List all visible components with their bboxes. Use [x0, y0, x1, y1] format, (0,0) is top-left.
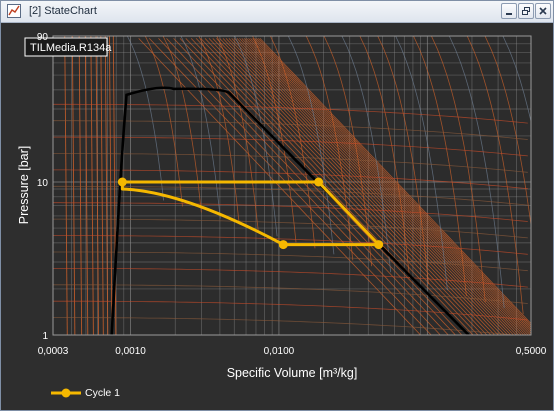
window-title: [2] StateChart — [29, 5, 97, 17]
x-tick-labels: 0,0003 0,0010 0,0100 0,5000 — [38, 346, 547, 357]
restore-button[interactable] — [518, 3, 534, 19]
y-tick-label: 1 — [42, 331, 48, 342]
statechart-window: [2] StateChart TILMedia.R134a 0,0003 0,0… — [0, 0, 554, 411]
medium-label: TILMedia.R134a — [30, 42, 112, 54]
statechart-window-icon — [7, 4, 21, 18]
window-titlebar[interactable]: [2] StateChart — [1, 1, 553, 23]
y-tick-label: 10 — [37, 178, 49, 189]
x-axis-title: Specific Volume [m³/kg] — [227, 366, 358, 380]
minimize-icon — [506, 13, 512, 15]
close-icon — [539, 7, 547, 15]
restore-icon — [522, 7, 530, 15]
close-button[interactable] — [535, 3, 551, 19]
cycle-1-point-1 — [117, 177, 127, 187]
cycle-1-point-3 — [374, 240, 384, 250]
x-tick-label: 0,0010 — [115, 346, 146, 357]
cycle-1-point-2 — [314, 177, 324, 187]
legend-label-cycle-1: Cycle 1 — [85, 387, 121, 399]
legend-swatch-cycle-1 — [51, 388, 81, 398]
y-axis-title: Pressure [bar] — [17, 146, 31, 225]
x-tick-label: 0,0003 — [38, 346, 69, 357]
state-chart[interactable]: TILMedia.R134a 0,0003 0,0010 0,0100 0,5000 … — [1, 23, 553, 410]
x-tick-label: 0,5000 — [516, 346, 547, 357]
x-tick-label: 0,0100 — [264, 346, 295, 357]
cycle-1-point-4 — [278, 240, 288, 250]
y-tick-labels: 1 10 90 — [37, 32, 49, 342]
y-tick-label: 90 — [37, 32, 49, 43]
minimize-button[interactable] — [501, 3, 517, 19]
chart-panel: TILMedia.R134a 0,0003 0,0010 0,0100 0,5000 … — [1, 23, 553, 410]
